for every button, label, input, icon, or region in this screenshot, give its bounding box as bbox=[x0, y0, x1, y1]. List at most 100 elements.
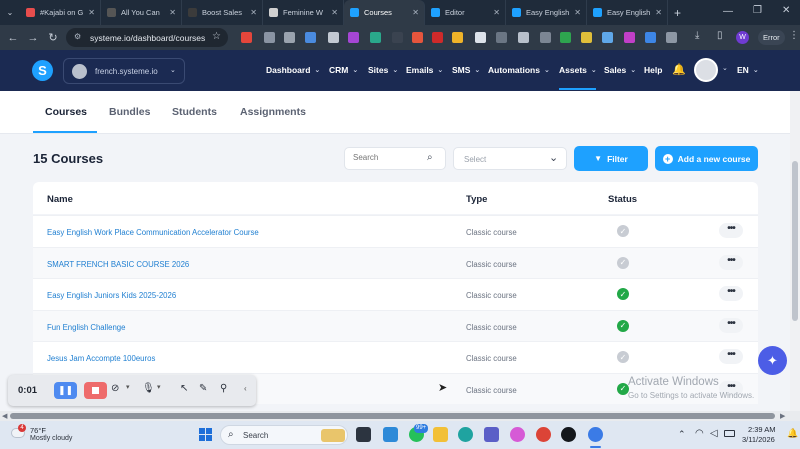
extension-icon[interactable] bbox=[540, 32, 551, 43]
browser-menu-icon[interactable]: ⋮ bbox=[789, 30, 799, 41]
browser-tab[interactable]: Boost Sales ✕ bbox=[182, 0, 263, 25]
search-field[interactable]: ⌕ bbox=[344, 147, 446, 170]
browser-tab[interactable]: Courses ✕ bbox=[344, 0, 425, 25]
profile-avatar[interactable]: W bbox=[736, 31, 749, 44]
nav-dashboard[interactable]: Dashboard ⌄ bbox=[266, 65, 320, 75]
stop-recording-button[interactable] bbox=[84, 382, 107, 399]
back-icon[interactable]: ← bbox=[3, 32, 23, 44]
webcam-off-icon[interactable]: ⊘ bbox=[111, 383, 119, 394]
copilot-icon[interactable] bbox=[510, 427, 525, 442]
search-input[interactable] bbox=[353, 153, 423, 162]
filter-button[interactable]: ▼ Filter bbox=[574, 146, 648, 171]
extension-icon[interactable] bbox=[305, 32, 316, 43]
error-chip[interactable]: Error bbox=[758, 30, 785, 45]
collapse-toolbar-icon[interactable]: ‹ bbox=[244, 384, 247, 393]
browser-tab[interactable]: Easy English ✕ bbox=[506, 0, 587, 25]
chrome-profile-icon[interactable] bbox=[588, 427, 603, 442]
extension-icon[interactable] bbox=[518, 32, 529, 43]
browser-tab[interactable]: Editor ✕ bbox=[425, 0, 506, 25]
extension-icon[interactable] bbox=[581, 32, 592, 43]
row-more-actions-button[interactable]: ••• bbox=[719, 223, 743, 238]
teams-icon[interactable] bbox=[484, 427, 499, 442]
close-tab-icon[interactable]: ✕ bbox=[250, 8, 257, 17]
new-tab-button[interactable]: + bbox=[674, 6, 681, 20]
close-tab-icon[interactable]: ✕ bbox=[655, 8, 662, 17]
pen-tool-icon[interactable]: ✎ bbox=[199, 383, 207, 394]
extension-icon[interactable] bbox=[392, 32, 403, 43]
extension-icon[interactable] bbox=[284, 32, 295, 43]
sidebar-icon[interactable]: ▯ bbox=[717, 30, 723, 41]
notification-bell-icon[interactable]: 🔔 bbox=[672, 63, 686, 76]
pause-recording-button[interactable]: ❚❚ bbox=[54, 382, 77, 399]
extension-icon[interactable] bbox=[602, 32, 613, 43]
horizontal-scrollbar[interactable]: ◀ ▶ bbox=[0, 411, 800, 421]
column-header-status[interactable]: Status bbox=[608, 194, 637, 205]
browser-tab[interactable]: Easy English ✕ bbox=[587, 0, 668, 25]
download-icon[interactable]: ⤓ bbox=[695, 30, 699, 41]
extension-icon[interactable] bbox=[348, 32, 359, 43]
scroll-right-icon[interactable]: ▶ bbox=[780, 412, 785, 420]
workspace-selector[interactable]: french.systeme.io ⌄ bbox=[63, 58, 185, 84]
weather-widget[interactable]: 4 76°F Mostly cloudy bbox=[8, 424, 88, 445]
table-row[interactable]: SMART FRENCH BASIC COURSE 2026 Classic co… bbox=[33, 246, 758, 278]
nav-assets[interactable]: Assets ⌄ bbox=[559, 65, 597, 75]
close-tab-icon[interactable]: ✕ bbox=[331, 8, 338, 17]
wifi-icon[interactable]: ◠ bbox=[695, 428, 704, 439]
teams-meet-icon[interactable] bbox=[383, 427, 398, 442]
nav-automations[interactable]: Automations ⌄ bbox=[488, 65, 550, 75]
extension-icon[interactable] bbox=[412, 32, 423, 43]
row-more-actions-button[interactable]: ••• bbox=[719, 286, 743, 301]
taskbar-search-box[interactable]: ⌕ Search bbox=[220, 425, 348, 445]
scrollbar-thumb[interactable] bbox=[10, 413, 775, 419]
extension-icon[interactable] bbox=[560, 32, 571, 43]
extension-icon[interactable] bbox=[432, 32, 443, 43]
nav-sms[interactable]: SMS ⌄ bbox=[452, 65, 480, 75]
extension-icon[interactable] bbox=[645, 32, 656, 43]
task-view-icon[interactable] bbox=[356, 427, 371, 442]
course-name-link[interactable]: Easy English Juniors Kids 2025-2026 bbox=[47, 291, 176, 300]
scrollbar-thumb[interactable] bbox=[792, 161, 798, 321]
browser-tab[interactable]: Feminine W ✕ bbox=[263, 0, 344, 25]
status-select[interactable]: Select ⌄ bbox=[453, 147, 567, 170]
reload-icon[interactable]: ↻ bbox=[43, 31, 63, 44]
clock-time[interactable]: 2:39 AM bbox=[748, 425, 776, 434]
user-avatar[interactable] bbox=[694, 58, 718, 82]
clock-date[interactable]: 3/11/2026 bbox=[742, 435, 775, 444]
table-row[interactable]: Jesus Jam Accompte 100euros Classic cours… bbox=[33, 341, 758, 373]
table-row[interactable]: Easy English Work Place Communication Ac… bbox=[33, 215, 758, 247]
highlighter-tool-icon[interactable]: ⚲ bbox=[220, 383, 227, 394]
row-more-actions-button[interactable]: ••• bbox=[719, 317, 743, 333]
url-field[interactable]: ⚙ systeme.io/dashboard/courses bbox=[66, 28, 228, 47]
volume-icon[interactable]: ◁ bbox=[710, 428, 718, 439]
forward-icon[interactable]: → bbox=[23, 32, 43, 44]
browser-tab[interactable]: All You Can ✕ bbox=[101, 0, 182, 25]
language-selector[interactable]: EN ⌄ bbox=[737, 65, 759, 75]
row-more-actions-button[interactable]: ••• bbox=[719, 254, 743, 270]
extension-icon[interactable] bbox=[624, 32, 635, 43]
browser-tab[interactable]: #Kajabi on G ✕ bbox=[20, 0, 101, 25]
tab-bundles[interactable]: Bundles bbox=[109, 106, 150, 118]
close-tab-icon[interactable]: ✕ bbox=[412, 8, 419, 17]
upwork-icon[interactable] bbox=[561, 427, 576, 442]
tab-students[interactable]: Students bbox=[172, 106, 217, 118]
restore-window-button[interactable]: ❐ bbox=[753, 5, 762, 16]
extension-icon[interactable] bbox=[328, 32, 339, 43]
table-row[interactable]: Easy English Juniors Kids 2025-2026 Class… bbox=[33, 278, 758, 310]
file-explorer-icon[interactable] bbox=[433, 427, 448, 442]
scroll-left-icon[interactable]: ◀ bbox=[2, 412, 7, 420]
nav-help[interactable]: Help bbox=[644, 65, 662, 75]
row-more-actions-button[interactable]: ••• bbox=[719, 349, 743, 364]
column-header-name[interactable]: Name bbox=[47, 194, 73, 205]
column-header-type[interactable]: Type bbox=[466, 194, 487, 205]
extensions-puzzle-icon[interactable] bbox=[666, 32, 677, 43]
extension-icon[interactable] bbox=[496, 32, 507, 43]
battery-icon[interactable] bbox=[724, 430, 735, 437]
course-name-link[interactable]: SMART FRENCH BASIC COURSE 2026 bbox=[47, 260, 189, 269]
extension-icon[interactable] bbox=[264, 32, 275, 43]
close-tab-icon[interactable]: ✕ bbox=[169, 8, 176, 17]
tab-list-chevron-icon[interactable]: ⌄ bbox=[0, 8, 20, 17]
close-tab-icon[interactable]: ✕ bbox=[88, 8, 95, 17]
edge-icon[interactable] bbox=[458, 427, 473, 442]
mic-chevron-icon[interactable]: ▾ bbox=[157, 383, 161, 391]
extension-icon[interactable] bbox=[370, 32, 381, 43]
